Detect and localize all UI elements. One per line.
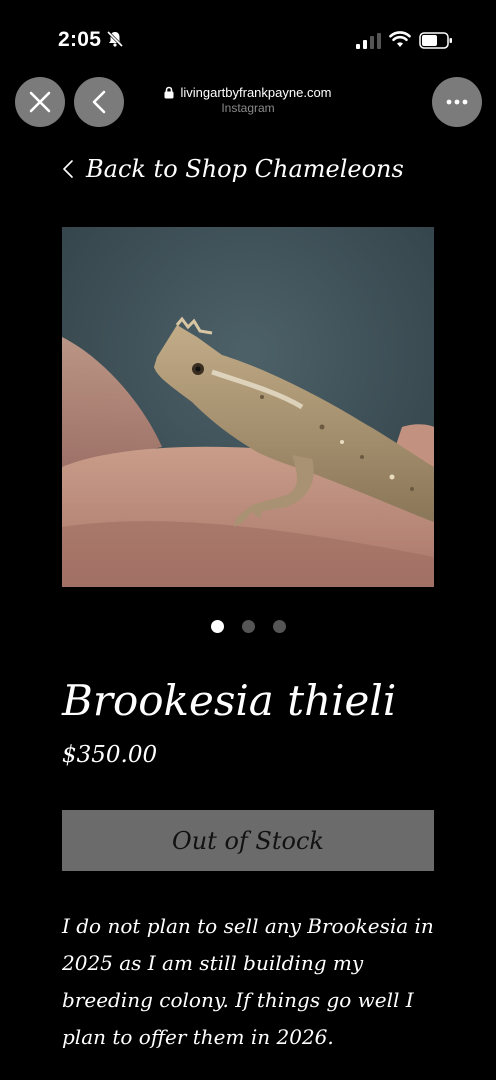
out-of-stock-button[interactable]: Out of Stock: [62, 810, 434, 871]
browser-back-button[interactable]: [74, 77, 124, 127]
cellular-signal-icon: [356, 33, 381, 49]
status-time: 2:05: [58, 28, 102, 51]
lock-icon: [164, 86, 174, 99]
bell-muted-icon: [106, 30, 124, 48]
address-bar[interactable]: livingartbyfrankpayne.com Instagram: [140, 85, 356, 115]
status-bar: 2:05: [0, 0, 496, 70]
close-button[interactable]: [15, 77, 65, 127]
back-to-shop-link[interactable]: Back to Shop Chameleons: [62, 155, 404, 183]
url-text: livingartbyfrankpayne.com: [180, 85, 332, 100]
product-price: $350.00: [62, 742, 158, 768]
more-options-button[interactable]: [432, 77, 482, 127]
image-carousel-dots: [0, 620, 496, 633]
carousel-dot[interactable]: [272, 620, 286, 633]
wifi-icon: [389, 31, 411, 47]
chevron-left-icon: [63, 160, 73, 178]
back-link-label: Back to Shop Chameleons: [86, 155, 404, 183]
chevron-left-icon: [92, 90, 106, 114]
product-image[interactable]: [62, 227, 434, 587]
chameleon-photo: [62, 227, 434, 587]
battery-icon: [419, 32, 452, 49]
carousel-dot[interactable]: [241, 620, 255, 633]
more-icon: [446, 99, 468, 105]
source-app-label: Instagram: [221, 101, 275, 115]
carousel-dot[interactable]: [210, 620, 224, 633]
product-title: Brookesia thieli: [62, 676, 397, 725]
close-icon: [29, 91, 51, 113]
product-description: I do not plan to sell any Brookesia in 2…: [62, 914, 434, 1049]
